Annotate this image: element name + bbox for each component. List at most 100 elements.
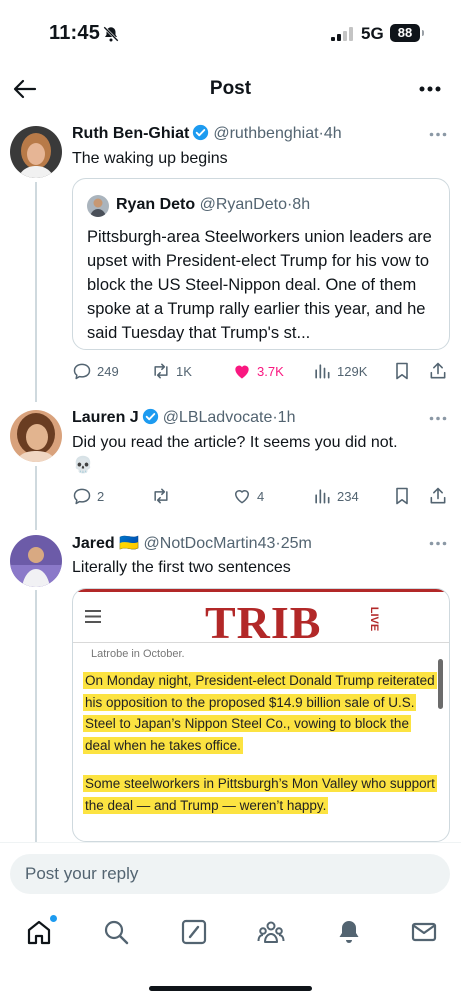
reply-count: 249 (97, 363, 119, 379)
share-button[interactable] (428, 484, 448, 508)
status-bar: 11:45 5G 88 (0, 0, 461, 62)
tab-notifications[interactable] (335, 918, 365, 948)
post-author-row: Ruth Ben-Ghiat @ruthbenghiat·4h (72, 124, 342, 142)
reply-actions: 2 4 234 (72, 484, 450, 508)
quoted-post-time: 8h (292, 196, 311, 213)
highlighted-text: Some steelworkers in Pittsburgh’s Mon Va… (83, 775, 437, 814)
reply-button[interactable]: 2 (72, 484, 104, 508)
tab-communities[interactable] (257, 918, 287, 948)
repost-button[interactable]: 1K (151, 359, 192, 383)
repost-icon (154, 363, 168, 379)
article-paragraph: On Monday night, President-elect Donald … (83, 670, 437, 756)
attached-image[interactable]: TRIB LIVE Latrobe in October. On Monday … (72, 588, 450, 842)
author-name[interactable]: Ruth Ben-Ghiat (72, 125, 189, 142)
reply-icon (73, 363, 91, 380)
tab-messages[interactable] (410, 918, 440, 948)
messages-icon (411, 922, 437, 942)
reply-count: 2 (97, 488, 105, 504)
repost-button[interactable] (151, 484, 176, 508)
reply-text: Did you read the article? It seems you d… (72, 434, 398, 451)
article-topbar (73, 589, 449, 592)
post-time: 25m (280, 535, 312, 552)
reply-icon (73, 488, 91, 505)
thread-line (35, 466, 37, 530)
more-icon[interactable] (429, 416, 447, 421)
verified-badge-icon (142, 408, 158, 425)
avatar[interactable] (10, 410, 62, 462)
reply-input[interactable]: Post your reply (10, 854, 450, 894)
share-icon (430, 362, 446, 379)
live-logo: LIVE (368, 607, 380, 631)
tab-compose[interactable] (180, 918, 210, 948)
post-time: 4h (323, 125, 342, 142)
like-button[interactable]: 3.7K (232, 359, 284, 383)
home-icon (27, 920, 51, 945)
views-count: 129K (337, 363, 368, 379)
page-title: Post (209, 78, 252, 99)
quoted-post-text: Pittsburgh-area Steelworkers union leade… (87, 228, 432, 342)
skull-emoji: 💀 (73, 457, 93, 474)
reply-button[interactable]: 249 (72, 359, 119, 383)
header: Post (0, 62, 461, 116)
author-name[interactable]: Jared (72, 535, 115, 552)
views-button[interactable]: 234 (312, 484, 359, 508)
like-count: 3.7K (257, 363, 284, 379)
thread-line (35, 182, 37, 402)
author-handle[interactable]: @NotDocMartin43 (144, 535, 276, 552)
reply-text: Literally the first two sentences (72, 559, 291, 576)
share-button[interactable] (428, 359, 448, 383)
signal-icon (331, 27, 353, 41)
ukraine-flag-emoji: 🇺🇦 (119, 535, 140, 552)
post-actions: 249 1K 3.7K 129K (72, 359, 450, 383)
views-count: 234 (337, 488, 359, 504)
photo-caption: Latrobe in October. (91, 648, 185, 660)
reply-placeholder: Post your reply (25, 864, 139, 883)
avatar[interactable] (10, 535, 62, 587)
status-time: 11:45 (49, 22, 101, 44)
bookmark-button[interactable] (392, 359, 412, 383)
communities-icon (257, 921, 285, 943)
more-icon[interactable] (429, 132, 447, 137)
quoted-post-card[interactable]: Ryan Deto @RyanDeto·8h Pittsburgh-area S… (72, 178, 450, 350)
bookmark-button[interactable] (392, 484, 412, 508)
heart-icon (235, 365, 249, 379)
like-button[interactable]: 4 (232, 484, 264, 508)
views-button[interactable]: 129K (312, 359, 367, 383)
reply-composer: Post your reply (0, 842, 461, 902)
bell-off-icon (103, 26, 119, 42)
more-icon[interactable] (429, 541, 447, 546)
post-time: 1h (277, 409, 296, 426)
bookmark-icon (396, 487, 408, 505)
repost-icon (154, 488, 168, 504)
post-text: The waking up begins (72, 150, 228, 167)
home-indicator (149, 986, 312, 991)
views-icon (315, 364, 330, 379)
reply-author-row: Lauren J @LBLadvocate·1h (72, 408, 296, 426)
tab-search[interactable] (102, 918, 132, 948)
scrollbar (438, 659, 443, 709)
author-handle[interactable]: @LBLadvocate (163, 409, 273, 426)
hamburger-icon (85, 610, 101, 623)
thread-line (35, 590, 37, 842)
share-icon (430, 487, 446, 504)
quoted-author-row: Ryan Deto @RyanDeto·8h (116, 196, 311, 213)
article-paragraph: Some steelworkers in Pittsburgh’s Mon Va… (83, 773, 437, 816)
search-icon (104, 920, 129, 945)
bottom-tab-bar (0, 902, 461, 1000)
avatar[interactable] (10, 126, 62, 178)
author-handle[interactable]: @ruthbenghiat (213, 125, 318, 142)
compose-icon (181, 919, 207, 945)
repost-count: 1K (176, 363, 192, 379)
notifications-icon (339, 921, 359, 943)
quoted-author-name: Ryan Deto (116, 196, 196, 213)
quoted-author-handle: @RyanDeto (199, 196, 287, 213)
divider (73, 642, 449, 643)
highlighted-text: On Monday night, President-elect Donald … (83, 672, 437, 754)
verified-badge-icon (193, 124, 209, 141)
tab-home[interactable] (25, 915, 57, 948)
battery-indicator: 88 (390, 24, 424, 42)
author-name[interactable]: Lauren J (72, 409, 139, 426)
bookmark-icon (396, 362, 408, 380)
more-icon[interactable] (419, 86, 441, 92)
notification-dot (50, 915, 57, 922)
